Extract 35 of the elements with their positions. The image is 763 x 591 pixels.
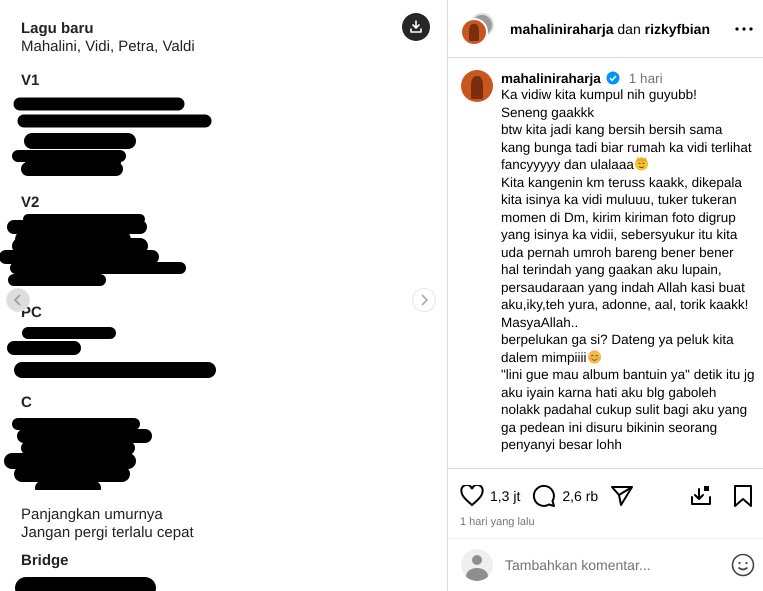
lyric-line: Panjangkan umurnya xyxy=(21,506,163,524)
caption-text: berpelukan ga si? Dateng ya peluk kita dalem mimpiiii xyxy=(501,331,735,366)
more-options-icon[interactable] xyxy=(735,26,753,30)
comment-count[interactable]: 2,6 rb xyxy=(562,488,598,504)
section-heading: C xyxy=(21,394,32,412)
bookmark-icon[interactable] xyxy=(733,484,753,508)
chevron-right-icon xyxy=(419,294,429,306)
section-heading: Bridge xyxy=(21,552,69,570)
document-subtitle: Mahalini, Vidi, Petra, Valdi xyxy=(21,38,195,56)
download-icon xyxy=(409,20,423,34)
username[interactable]: mahaliniraharja xyxy=(501,70,601,86)
comment-input[interactable]: Tambahkan komentar... xyxy=(505,557,719,573)
send-icon[interactable] xyxy=(610,485,634,507)
download-button[interactable] xyxy=(402,13,430,41)
comment-icon[interactable] xyxy=(532,484,556,508)
caption-text: Ka vidiw kita kumpul nih guyubb! xyxy=(501,86,698,104)
post-date: 1 hari yang lalu xyxy=(448,510,763,539)
user-avatar-icon xyxy=(461,549,493,581)
save-download-icon[interactable] xyxy=(689,484,713,508)
caption-text: Kita kangenin km teruss kaakk, dikepala kita isinya ka vidi muluuu, tuker tukeran momen di Dm, kirim kiriman foto digrup yang isinya ka vidii, sebersyukur itu kita uda pernah umroh bareng bener bener hal terindah yang gaakan aku lupain, persaudaraan yang indah Allah kasi buat aku,iky,teh yura, adonne, aal, torik kaakk! MasyaAllah.. xyxy=(501,174,750,331)
caption-text: "lini gue mau album bantuin ya" detik itu jg aku iyain karna hati aku blg gaboleh nolakk padahal cukup sulit bagi aku yang ga pedean ini disuru bikinin seorang penyanyi besar lohh xyxy=(501,366,755,454)
avatar[interactable] xyxy=(461,70,493,102)
chevron-left-icon xyxy=(13,294,23,306)
like-heart-icon[interactable] xyxy=(460,485,484,507)
section-heading: V2 xyxy=(21,194,40,212)
post-time: 1 hari xyxy=(628,70,663,86)
avatar-stack[interactable] xyxy=(460,12,496,46)
lyric-line: Jangan pergi terlalu cepat xyxy=(21,524,194,542)
caption-text: btw kita jadi kang bersih bersih sama kang bunga tadi biar rumah ka vidi terlihat fancyyyyy dan ulalaaa xyxy=(501,121,753,174)
document-title: Lagu baru xyxy=(21,20,94,38)
caption-text: Seneng gaakkk xyxy=(501,104,596,121)
section-heading: V1 xyxy=(21,72,40,90)
post-authors: mahaliniraharja dan rizkyfbian xyxy=(510,20,711,36)
emoji-icon[interactable] xyxy=(731,553,755,577)
like-count[interactable]: 1,3 jt xyxy=(490,488,520,504)
